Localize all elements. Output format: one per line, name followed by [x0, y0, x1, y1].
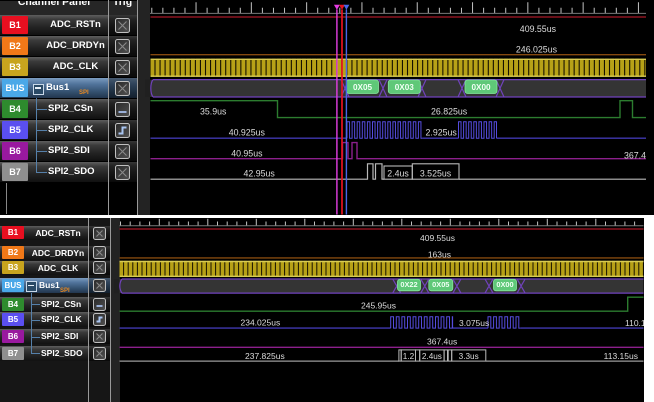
- svg-text:2.4us: 2.4us: [387, 168, 409, 178]
- svg-text:35.9us: 35.9us: [200, 107, 227, 117]
- svg-text:3.3us: 3.3us: [459, 351, 479, 360]
- svg-text:409.55us: 409.55us: [520, 24, 557, 34]
- svg-text:245.95us: 245.95us: [361, 300, 396, 310]
- svg-text:1.2: 1.2: [403, 351, 415, 360]
- svg-text:367.4us: 367.4us: [427, 336, 457, 346]
- svg-text:26.825us: 26.825us: [431, 107, 468, 117]
- svg-text:367.4: 367.4: [624, 150, 646, 160]
- svg-text:2.925us: 2.925us: [426, 127, 458, 137]
- svg-text:40.925us: 40.925us: [229, 127, 266, 137]
- svg-text:246.025us: 246.025us: [516, 45, 558, 55]
- svg-text:409.55us: 409.55us: [420, 232, 455, 242]
- svg-text:0X05: 0X05: [353, 83, 373, 92]
- svg-text:3.075us: 3.075us: [459, 317, 489, 327]
- svg-text:110.17: 110.17: [625, 317, 644, 327]
- svg-text:2.4us: 2.4us: [422, 351, 442, 360]
- svg-text:0X22: 0X22: [400, 280, 417, 289]
- svg-text:0X00: 0X00: [496, 280, 513, 289]
- svg-text:113.15us: 113.15us: [604, 350, 638, 360]
- svg-text:0X00: 0X00: [471, 83, 491, 92]
- svg-text:42.95us: 42.95us: [244, 168, 276, 178]
- svg-text:3.525us: 3.525us: [420, 168, 452, 178]
- svg-text:234.025us: 234.025us: [241, 317, 281, 327]
- svg-text:0X05: 0X05: [432, 280, 449, 289]
- svg-text:163us: 163us: [428, 249, 451, 259]
- svg-text:0X03: 0X03: [395, 83, 415, 92]
- svg-text:40.95us: 40.95us: [231, 149, 263, 159]
- svg-text:237.825us: 237.825us: [245, 351, 285, 361]
